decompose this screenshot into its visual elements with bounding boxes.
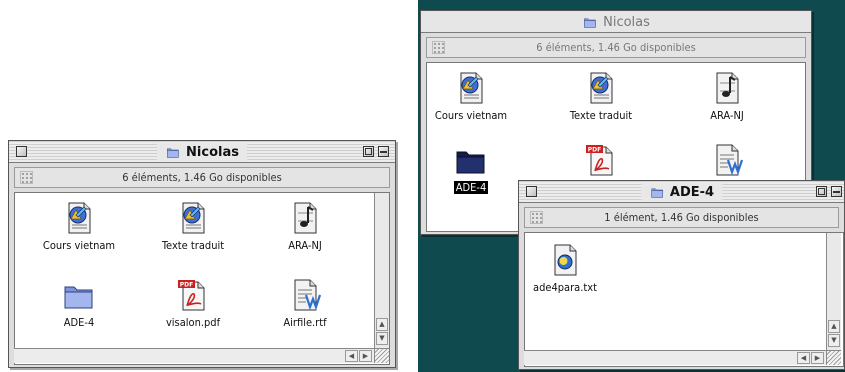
vertical-scrollbar[interactable]: ▲ ▼ xyxy=(826,233,841,350)
document-icon xyxy=(584,71,618,105)
folder-icon xyxy=(62,278,96,312)
pdf-icon xyxy=(176,278,210,312)
text-file-icon xyxy=(548,243,582,277)
folder-icon xyxy=(582,15,598,29)
close-box[interactable] xyxy=(526,186,537,197)
list-item[interactable]: visalon.pdf xyxy=(143,278,243,329)
scroll-right-arrow[interactable]: ▶ xyxy=(359,350,372,362)
scroll-left-arrow[interactable]: ◀ xyxy=(345,350,358,362)
zoom-box[interactable] xyxy=(363,146,374,157)
info-bar: 6 éléments, 1.46 Go disponibles xyxy=(426,37,806,58)
item-label: Cours vietnam xyxy=(434,109,508,122)
finder-window-ade4: ADE-4 1 élément, 1.46 Go disponibles ade… xyxy=(518,180,845,370)
window-titlebar[interactable]: ADE-4 xyxy=(519,181,844,203)
list-item[interactable]: Airfile.rtf xyxy=(255,278,355,329)
list-item[interactable]: Texte traduit xyxy=(551,71,651,122)
document-icon xyxy=(176,201,210,235)
window-title: Nicolas xyxy=(157,143,247,161)
collapse-box[interactable] xyxy=(378,146,389,157)
window-content: ade4para.txt xyxy=(524,232,844,367)
scroll-down-arrow[interactable]: ▼ xyxy=(376,332,388,345)
info-text: 6 éléments, 1.46 Go disponibles xyxy=(536,41,696,54)
horizontal-scrollbar[interactable]: ◀ ▶ xyxy=(14,348,374,363)
scroll-up-arrow[interactable]: ▲ xyxy=(828,320,840,333)
pdf-icon xyxy=(584,143,618,177)
info-text: 6 éléments, 1.46 Go disponibles xyxy=(122,171,282,184)
list-item[interactable]: ARA-NJ xyxy=(677,71,777,122)
item-label: Airfile.rtf xyxy=(283,316,327,329)
item-label: Texte traduit xyxy=(161,239,225,252)
window-titlebar[interactable]: Nicolas xyxy=(421,11,811,33)
window-title-text: ADE-4 xyxy=(669,184,715,200)
scroll-left-arrow[interactable]: ◀ xyxy=(797,352,810,364)
folder-icon xyxy=(165,145,181,159)
right-screenshot: Nicolas 6 éléments, 1.46 Go disponibles … xyxy=(418,0,845,372)
folder-icon xyxy=(649,185,665,199)
scroll-up-arrow[interactable]: ▲ xyxy=(376,318,388,331)
window-titlebar[interactable]: Nicolas xyxy=(9,141,395,163)
info-text: 1 élément, 1.46 Go disponibles xyxy=(604,211,759,224)
scroll-down-arrow[interactable]: ▼ xyxy=(828,334,840,347)
list-item[interactable]: ade4para.txt xyxy=(525,243,615,294)
music-document-icon xyxy=(288,201,322,235)
zoom-box[interactable] xyxy=(816,186,827,197)
item-label: ARA-NJ xyxy=(710,109,744,122)
window-title-text: Nicolas xyxy=(603,14,650,30)
collapse-box[interactable] xyxy=(831,186,842,197)
vertical-scrollbar[interactable]: ▲ ▼ xyxy=(374,193,389,348)
rtf-icon xyxy=(288,278,322,312)
list-item[interactable]: ARA-NJ xyxy=(255,201,355,252)
item-label: Texte traduit xyxy=(569,109,633,122)
window-title: Nicolas xyxy=(574,13,658,31)
music-document-icon xyxy=(710,71,744,105)
info-bar: 1 élément, 1.46 Go disponibles xyxy=(524,207,839,228)
item-label: ade4para.txt xyxy=(533,281,597,294)
document-icon xyxy=(62,201,96,235)
folder-icon xyxy=(454,143,488,177)
view-options-icon[interactable] xyxy=(432,41,445,54)
window-title: ADE-4 xyxy=(640,183,723,201)
view-options-icon[interactable] xyxy=(20,171,33,184)
item-label: ADE-4 xyxy=(453,181,489,194)
resize-grip[interactable] xyxy=(826,350,841,365)
list-item-selected[interactable]: ADE-4 xyxy=(427,143,521,194)
close-box[interactable] xyxy=(16,146,27,157)
resize-grip[interactable] xyxy=(374,348,389,363)
window-title-text: Nicolas xyxy=(186,144,239,160)
list-item[interactable]: Texte traduit xyxy=(143,201,243,252)
left-screenshot: Nicolas 6 éléments, 1.46 Go disponibles … xyxy=(0,0,400,372)
list-item[interactable] xyxy=(551,143,651,177)
finder-window-nicolas: Nicolas 6 éléments, 1.46 Go disponibles … xyxy=(8,140,396,368)
item-label: ARA-NJ xyxy=(288,239,322,252)
item-label: Cours vietnam xyxy=(42,239,116,252)
list-item[interactable]: Cours vietnam xyxy=(29,201,129,252)
horizontal-scrollbar[interactable]: ◀ ▶ xyxy=(524,350,826,365)
document-icon xyxy=(454,71,488,105)
scroll-right-arrow[interactable]: ▶ xyxy=(811,352,824,364)
window-content: Cours vietnam Texte traduit ARA-NJ ADE-4… xyxy=(14,192,390,365)
item-label: ADE-4 xyxy=(63,316,95,329)
list-item[interactable]: Cours vietnam xyxy=(427,71,521,122)
rtf-icon xyxy=(710,143,744,177)
view-options-icon[interactable] xyxy=(530,211,543,224)
item-label: visalon.pdf xyxy=(165,316,221,329)
info-bar: 6 éléments, 1.46 Go disponibles xyxy=(14,167,390,188)
list-item[interactable]: ADE-4 xyxy=(29,278,129,329)
list-item[interactable] xyxy=(677,143,777,177)
